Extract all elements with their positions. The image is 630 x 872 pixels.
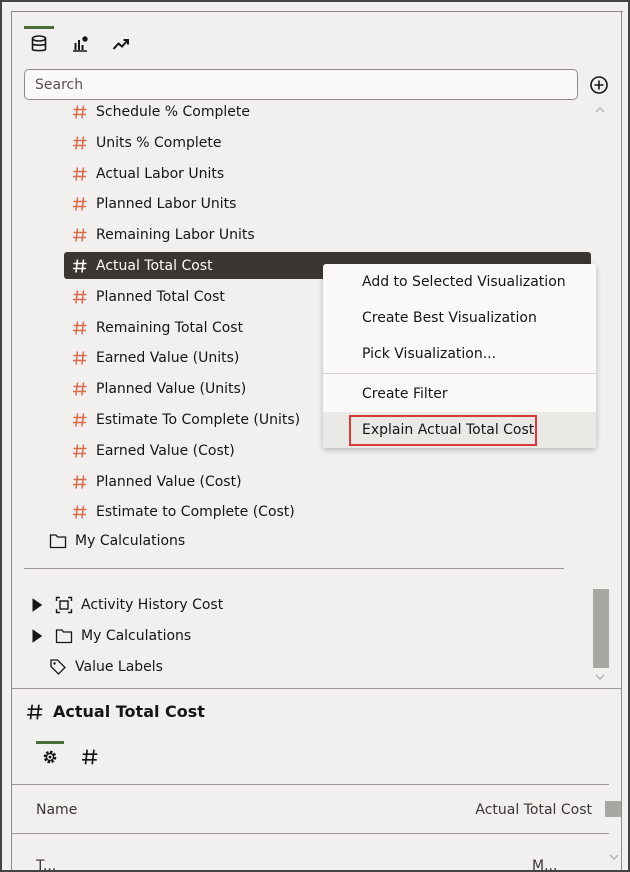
- menu-item-label: Pick Visualization...: [362, 346, 497, 362]
- add-plus-icon[interactable]: [589, 75, 609, 95]
- hash-icon: [64, 227, 96, 243]
- properties-tabs-divider: [12, 784, 609, 785]
- tree-item-activity-history-cost[interactable]: Activity History Cost: [28, 596, 223, 614]
- tab-data[interactable]: [24, 26, 54, 60]
- field-label: Earned Value (Cost): [96, 442, 235, 459]
- folder-label: My Calculations: [75, 533, 186, 549]
- field-label: Actual Labor Units: [96, 165, 225, 182]
- hash-icon: [64, 381, 96, 397]
- hash-icon: [64, 320, 96, 336]
- tree-item-label: Value Labels: [75, 659, 163, 675]
- database-icon: [31, 35, 47, 52]
- hash-icon: [64, 504, 96, 520]
- gear-icon: [43, 750, 57, 764]
- tag-icon: [50, 659, 66, 675]
- hash-icon: [64, 104, 96, 120]
- visualization-chart-icon: [73, 36, 88, 52]
- field-label: Planned Labor Units: [96, 195, 237, 212]
- field-item[interactable]: Estimate to Complete (Cost): [64, 498, 591, 525]
- field-label: Actual Total Cost: [96, 257, 213, 274]
- menu-item-label: Create Filter: [362, 386, 448, 402]
- field-label: Planned Value (Units): [96, 380, 247, 397]
- field-label: Remaining Labor Units: [96, 226, 255, 243]
- tab-general-properties[interactable]: [36, 741, 64, 773]
- section-divider: [24, 568, 564, 569]
- properties-scrollbar-thumb[interactable]: [605, 801, 621, 817]
- field-label: Planned Value (Cost): [96, 473, 242, 490]
- menu-item-pick-visualization[interactable]: Pick Visualization...: [323, 336, 596, 372]
- field-item[interactable]: Schedule % Complete: [64, 98, 591, 125]
- menu-separator: [323, 373, 596, 374]
- property-row-name: Name Actual Total Cost: [36, 802, 592, 818]
- hash-icon: [64, 258, 96, 274]
- menu-item-add-to-selected[interactable]: Add to Selected Visualization: [323, 264, 596, 300]
- panel-border-left: [11, 11, 12, 870]
- panel-border-top: [11, 11, 623, 12]
- tab-visualizations[interactable]: [65, 26, 95, 60]
- tree-item-label: Activity History Cost: [81, 597, 224, 613]
- data-panel: Search Schedule % Complete Units % Compl…: [0, 0, 630, 872]
- field-label: Estimate to Complete (Cost): [96, 503, 295, 520]
- property-name: Name: [36, 802, 78, 818]
- properties-title-text: Actual Total Cost: [53, 702, 205, 721]
- property-value-partial: M...: [532, 858, 558, 872]
- search-placeholder: Search: [35, 76, 84, 93]
- hash-icon: [64, 166, 96, 182]
- dataset-icon: [55, 596, 73, 614]
- properties-divider: [12, 688, 621, 689]
- folder-my-calculations-nested[interactable]: My Calculations: [49, 532, 185, 550]
- hash-icon: [64, 443, 96, 459]
- field-item[interactable]: Planned Labor Units: [64, 190, 591, 217]
- field-item[interactable]: Planned Value (Cost): [64, 468, 591, 495]
- property-row-divider: [12, 833, 609, 834]
- highlight-box: [349, 415, 537, 446]
- property-value[interactable]: Actual Total Cost: [475, 802, 592, 818]
- menu-item-label: Add to Selected Visualization: [362, 274, 566, 290]
- hash-icon: [64, 135, 96, 151]
- caret-right-icon[interactable]: [28, 596, 46, 614]
- field-label: Schedule % Complete: [96, 103, 251, 120]
- field-label: Planned Total Cost: [96, 288, 225, 305]
- hash-icon: [64, 196, 96, 212]
- hash-icon: [27, 704, 43, 719]
- folder-icon: [55, 629, 73, 644]
- properties-scroll-down-icon[interactable]: [607, 850, 621, 864]
- field-label: Earned Value (Units): [96, 349, 240, 366]
- field-item[interactable]: Units % Complete: [64, 129, 591, 156]
- tab-number-format[interactable]: [76, 741, 104, 773]
- search-input[interactable]: Search: [24, 69, 578, 100]
- panel-border-right: [621, 11, 622, 870]
- properties-title: Actual Total Cost: [26, 702, 205, 721]
- hash-icon: [64, 412, 96, 428]
- hash-icon: [64, 474, 96, 490]
- field-item[interactable]: Remaining Labor Units: [64, 221, 591, 248]
- field-label: Remaining Total Cost: [96, 319, 244, 336]
- menu-item-create-best-visualization[interactable]: Create Best Visualization: [323, 300, 596, 336]
- tree-item-my-calculations[interactable]: My Calculations: [28, 627, 191, 645]
- scroll-up-icon[interactable]: [593, 103, 607, 117]
- caret-right-icon[interactable]: [28, 627, 46, 645]
- hash-icon: [82, 749, 98, 765]
- menu-item-create-filter[interactable]: Create Filter: [323, 376, 596, 412]
- hash-icon: [64, 289, 96, 305]
- folder-icon: [49, 534, 67, 549]
- scrollbar-thumb[interactable]: [593, 589, 609, 668]
- field-label: Estimate To Complete (Units): [96, 411, 301, 428]
- hash-icon: [64, 350, 96, 366]
- analytics-trend-icon: [112, 39, 129, 50]
- menu-item-label: Create Best Visualization: [362, 310, 537, 326]
- scroll-down-icon[interactable]: [593, 670, 607, 684]
- tree-item-value-labels[interactable]: Value Labels: [49, 658, 163, 676]
- field-label: Units % Complete: [96, 134, 222, 151]
- property-row-partial: T...: [36, 858, 57, 872]
- tab-analytics[interactable]: [106, 26, 136, 60]
- field-item[interactable]: Actual Labor Units: [64, 160, 591, 187]
- tree-item-label: My Calculations: [81, 628, 192, 644]
